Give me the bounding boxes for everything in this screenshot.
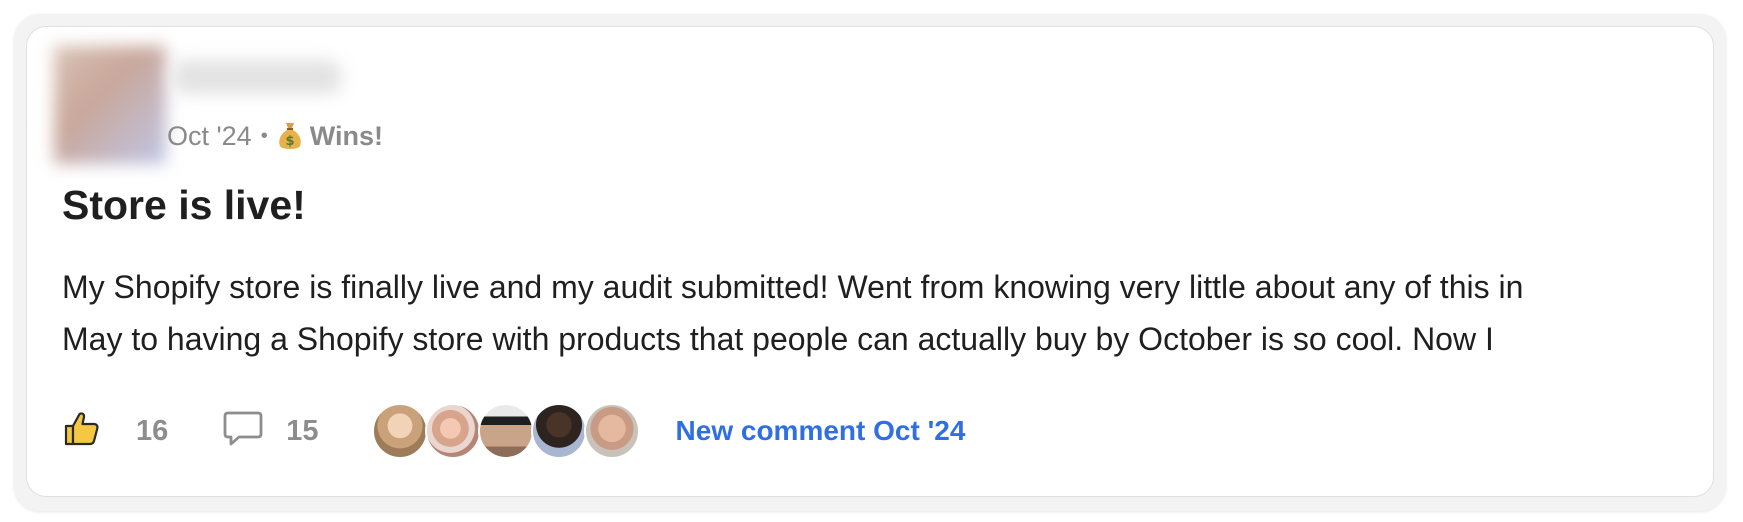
- post-date: Oct '24: [167, 120, 252, 151]
- commenter-avatar[interactable]: [583, 403, 640, 459]
- post-body[interactable]: My Shopify store is finally live and my …: [62, 261, 1702, 365]
- category-label[interactable]: Wins!: [310, 121, 383, 152]
- post-body-line: May to having a Shopify store with produ…: [62, 321, 1494, 357]
- author-name[interactable]: [172, 60, 342, 94]
- post-body-line: My Shopify store is finally live and my …: [62, 269, 1524, 305]
- commenter-avatars[interactable]: [371, 403, 640, 459]
- commenter-avatar[interactable]: [477, 403, 534, 459]
- svg-text:$: $: [285, 134, 294, 149]
- like-count: 16: [136, 414, 169, 447]
- commenter-avatar[interactable]: [424, 403, 481, 459]
- commenter-avatar[interactable]: [371, 403, 428, 459]
- author-avatar[interactable]: [54, 46, 166, 164]
- comment-button[interactable]: 15: [222, 409, 319, 454]
- comment-count: 15: [286, 414, 319, 447]
- post-title[interactable]: Store is live!: [62, 182, 306, 229]
- money-bag-icon: $: [277, 121, 303, 151]
- meta-separator: •: [260, 124, 268, 147]
- commenter-avatar[interactable]: [530, 403, 587, 459]
- post-actions: 16 15 New comment Oct '24: [62, 403, 966, 459]
- like-button[interactable]: 16: [62, 409, 168, 454]
- new-comment-link[interactable]: New comment Oct '24: [676, 415, 966, 447]
- thumbs-up-icon: [62, 409, 102, 454]
- comment-bubble-icon: [222, 409, 264, 454]
- post-meta: Oct '24 • $ Wins!: [167, 118, 383, 154]
